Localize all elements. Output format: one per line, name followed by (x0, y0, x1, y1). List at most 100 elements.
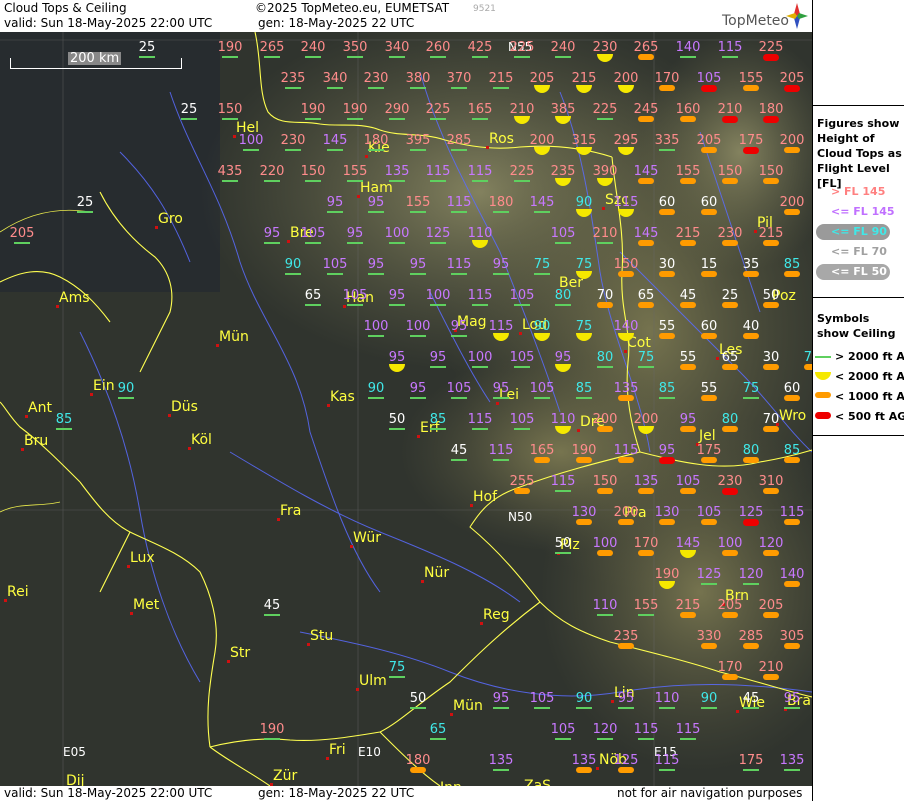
ceiling-symbol-green-icon (389, 242, 405, 244)
ceiling-symbol-green-icon (743, 769, 759, 771)
cloud-top-value: 225 (758, 40, 784, 55)
cloud-top-value: 95 (263, 226, 281, 241)
cloud-top-value: 85 (575, 381, 593, 396)
ceiling-symbol-green-icon (472, 56, 488, 58)
ceiling-symbol-green-icon (555, 242, 571, 244)
city-label: Dij (66, 773, 85, 786)
cloud-top-value: 135 (384, 164, 410, 179)
ceiling-symbol-green-icon (222, 180, 238, 182)
cloud-top-value: 210 (717, 102, 743, 117)
ceiling-symbol-green-icon (368, 87, 384, 89)
cloud-top-value: 105 (446, 381, 472, 396)
ceiling-symbol-green-icon (430, 56, 446, 58)
cloud-top-value: 285 (446, 133, 472, 148)
cloud-top-value: 115 (654, 753, 680, 768)
ceiling-symbol-red-icon (701, 85, 717, 92)
ceiling-symbol-green-icon (451, 335, 467, 337)
cloud-top-value: 125 (696, 567, 722, 582)
cloud-top-value: 80 (721, 412, 739, 427)
ceiling-symbol-green-icon (784, 769, 800, 771)
cloud-top-value: 135 (571, 753, 597, 768)
cloud-top-value: 95 (658, 443, 676, 458)
cloud-top-value: 180 (488, 195, 514, 210)
legend-ceiling-green-icon (815, 356, 831, 358)
ceiling-symbol-green-icon (368, 397, 384, 399)
ceiling-symbol-red-icon (743, 519, 759, 526)
ceiling-symbol-green-icon (327, 87, 343, 89)
cloud-top-value: 60 (700, 195, 718, 210)
ceiling-symbol-green-icon (743, 583, 759, 585)
cloud-top-value: 175 (696, 443, 722, 458)
cloud-top-value: 160 (675, 102, 701, 117)
ceiling-symbol-green-icon (410, 335, 426, 337)
cloud-top-value: 340 (384, 40, 410, 55)
cloud-top-value: 170 (654, 71, 680, 86)
cloud-top-value: 95 (492, 691, 510, 706)
ceiling-symbol-green-icon (368, 211, 384, 213)
cloud-top-value: 50 (554, 536, 572, 551)
ceiling-symbol-red-icon (743, 147, 759, 154)
cloud-top-value: 150 (217, 102, 243, 117)
city-label: Stu (310, 628, 334, 644)
cloud-top-value: 155 (342, 164, 368, 179)
ceiling-symbol-green-icon (264, 614, 280, 616)
ceiling-symbol-green-icon (389, 180, 405, 182)
cloud-top-value: 200 (779, 133, 805, 148)
cloud-top-value: 370 (446, 71, 472, 86)
cloud-top-value: 175 (738, 753, 764, 768)
cloud-top-value: 105 (696, 505, 722, 520)
cloud-top-value: 215 (758, 226, 784, 241)
ceiling-symbol-green-icon (56, 428, 72, 430)
cloud-top-value: 45 (679, 288, 697, 303)
cloud-top-value: 230 (280, 133, 306, 148)
cloud-top-value: 100 (384, 226, 410, 241)
cloud-top-value: 125 (613, 753, 639, 768)
ceiling-symbol-red-icon (784, 85, 800, 92)
ceiling-symbol-green-icon (493, 273, 509, 275)
cloud-top-value: 105 (509, 288, 535, 303)
cloud-top-value: 95 (409, 381, 427, 396)
cloud-top-value: 115 (446, 195, 472, 210)
cloud-top-value: 60 (700, 319, 718, 334)
ceiling-symbol-green-icon (305, 180, 321, 182)
ceiling-symbol-green-icon (285, 273, 301, 275)
ceiling-symbol-green-icon (514, 304, 530, 306)
ceiling-symbol-green-icon (139, 56, 155, 58)
city-label: Düs (171, 399, 198, 415)
cloud-top-value: 310 (758, 474, 784, 489)
cloud-top-value: 155 (405, 195, 431, 210)
cloud-top-value: 85 (783, 257, 801, 272)
cloud-top-value: 425 (467, 40, 493, 55)
ceiling-symbol-green-icon (451, 459, 467, 461)
cloud-top-value: 230 (363, 71, 389, 86)
cloud-top-value: 100 (467, 350, 493, 365)
map-area: 200 km N55 N50 E05 E10 E15 Kie Ros Hel Ham Szc Gr… (0, 32, 812, 786)
cloud-top-value: 95 (617, 691, 635, 706)
ceiling-symbol-green-icon (347, 56, 363, 58)
ceiling-symbol-green-icon (430, 304, 446, 306)
cloud-top-value: 75 (575, 257, 593, 272)
legend-ceiling-item: < 1000 ft AGL (835, 390, 904, 403)
ceiling-symbol-green-icon (472, 118, 488, 120)
ceiling-symbol-green-icon (576, 397, 592, 399)
ceiling-symbol-green-icon (347, 304, 363, 306)
cloud-top-value: 105 (550, 226, 576, 241)
cloud-top-value: 200 (613, 505, 639, 520)
ceiling-symbol-green-icon (430, 118, 446, 120)
cloud-top-value: 105 (509, 412, 535, 427)
cloud-top-value: 200 (779, 195, 805, 210)
cloud-top-value: 30 (762, 350, 780, 365)
city-label: Wro (779, 408, 807, 424)
cloud-top-value: 215 (571, 71, 597, 86)
cloud-top-value: 205 (9, 226, 35, 241)
cloud-top-value: 95 (450, 319, 468, 334)
cloud-top-value: 190 (571, 443, 597, 458)
cloud-top-value: 135 (779, 753, 805, 768)
cloud-top-value: 55 (679, 350, 697, 365)
ceiling-symbol-green-icon (472, 180, 488, 182)
cloud-top-value: 95 (388, 350, 406, 365)
ceiling-symbol-green-icon (514, 180, 530, 182)
ceiling-symbol-green-icon (451, 397, 467, 399)
ceiling-symbol-green-icon (347, 242, 363, 244)
ceiling-symbol-green-icon (701, 583, 717, 585)
